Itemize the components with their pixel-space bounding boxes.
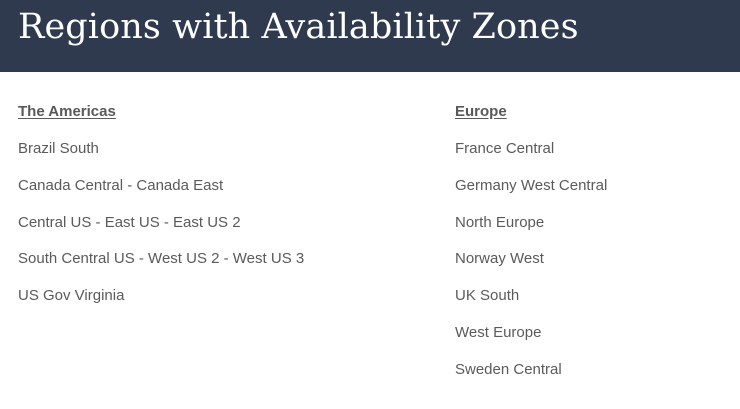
americas-region-list: Brazil South Canada Central - Canada Eas… [18,138,304,307]
americas-heading: The Americas [18,103,116,120]
region-south-central-west-us: South Central US - West US 2 - West US 3 [18,250,305,268]
europe-heading: Europe [455,103,507,120]
region-canada: Canada Central - Canada East [18,176,224,194]
region-france-central: France Central [455,140,555,157]
region-north-europe: North Europe [455,213,545,231]
region-germany-west-central: Germany West Central [455,176,608,194]
region-central-east-us: Central US - East US - East US 2 [18,213,241,231]
europe-region-list: France Central Germany West Central Nort… [455,138,607,381]
region-us-gov-virginia: US Gov Virginia [18,287,125,305]
europe-column: Europe France Central Germany West Centr… [455,101,607,396]
header-banner: Regions with Availability Zones [0,0,740,72]
region-norway-west: Norway West [455,250,544,268]
americas-column: The Americas Brazil South Canada Central… [18,101,304,322]
page: Regions with Availability Zones The Amer… [0,0,740,409]
region-brazil-south: Brazil South [18,140,99,157]
region-west-europe: West Europe [455,323,542,341]
page-title: Regions with Availability Zones [18,7,579,47]
region-uk-south: UK South [455,287,520,305]
region-sweden-central: Sweden Central [455,360,562,378]
